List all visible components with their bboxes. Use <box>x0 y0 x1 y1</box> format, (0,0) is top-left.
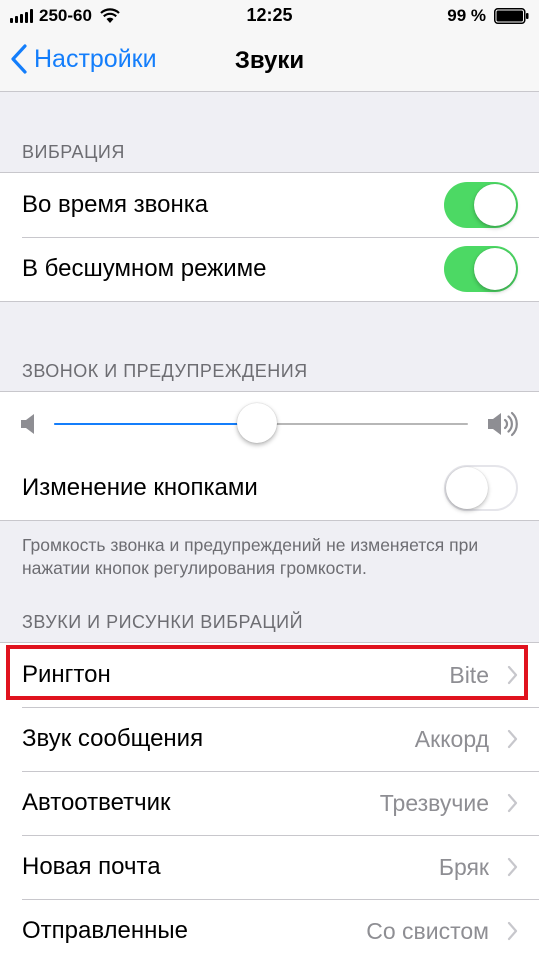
ringer-footer-note: Громкость звонка и предупреждений не изм… <box>22 535 479 578</box>
chevron-right-icon <box>507 921 518 941</box>
status-right: 99 % <box>447 6 529 26</box>
volume-slider-fill <box>54 423 257 425</box>
vibration-group: Во время звонка В бесшумном режиме <box>0 172 539 302</box>
page-title: Звуки <box>234 47 305 74</box>
sound-row-label: Новая почта <box>22 853 161 880</box>
section-header-vibration: ВИБРАЦИЯ <box>22 142 125 162</box>
nav-bar: Настройки Звуки <box>0 32 539 92</box>
sounds-group: Рингтон Bite Звук сообщения Аккорд Автоо… <box>0 642 539 960</box>
vibration-silent-toggle[interactable] <box>444 246 518 292</box>
sound-row-text-tone[interactable]: Звук сообщения Аккорд <box>0 707 539 771</box>
sound-row-label: Рингтон <box>22 661 111 688</box>
chevron-right-icon <box>507 793 518 813</box>
sound-row-label: Отправленные <box>22 917 189 944</box>
section-header-ringer: ЗВОНОК И ПРЕДУПРЕЖДЕНИЯ <box>22 361 308 381</box>
ringer-group: Изменение кнопками <box>0 391 539 521</box>
sound-row-label: Звук сообщения <box>22 725 204 752</box>
vibration-silent-row: В бесшумном режиме <box>0 237 539 301</box>
sound-row-voicemail[interactable]: Автоответчик Трезвучие <box>0 771 539 835</box>
section-header-sounds: ЗВУКИ И РИСУНКИ ВИБРАЦИЙ <box>22 612 304 632</box>
sound-row-value: Трезвучие <box>379 789 489 816</box>
sound-row-value: Bite <box>449 661 489 688</box>
volume-slider[interactable] <box>54 403 468 443</box>
vibration-ringing-toggle[interactable] <box>444 182 518 228</box>
sound-row-new-mail[interactable]: Новая почта Бряк <box>0 835 539 899</box>
battery-icon <box>494 8 529 24</box>
volume-slider-row <box>0 392 539 456</box>
vibration-ringing-label: Во время звонка <box>22 191 209 218</box>
chevron-right-icon <box>507 857 518 877</box>
change-with-buttons-row: Изменение кнопками <box>0 456 539 520</box>
battery-percent: 99 % <box>447 6 486 25</box>
vibration-silent-label: В бесшумном режиме <box>22 255 267 282</box>
sound-row-ringtone[interactable]: Рингтон Bite <box>0 643 539 707</box>
sound-row-sent-mail[interactable]: Отправленные Со свистом <box>0 899 539 960</box>
change-with-buttons-toggle[interactable] <box>444 465 518 511</box>
toggle-knob <box>474 184 516 226</box>
sound-row-value: Аккорд <box>414 725 489 752</box>
change-with-buttons-label: Изменение кнопками <box>22 474 258 501</box>
toggle-knob <box>474 248 516 290</box>
vibration-ringing-row: Во время звонка <box>0 173 539 237</box>
chevron-right-icon <box>507 729 518 749</box>
sound-row-value: Бряк <box>438 853 489 880</box>
toggle-knob <box>446 467 488 509</box>
status-bar: 250-60 12:25 99 % <box>0 0 539 32</box>
sound-row-value: Со свистом <box>366 917 489 944</box>
volume-slider-thumb[interactable] <box>236 403 277 443</box>
speaker-low-icon <box>21 414 34 434</box>
sound-row-label: Автоответчик <box>22 789 171 816</box>
chevron-right-icon <box>507 665 518 685</box>
speaker-high-icon <box>488 411 518 437</box>
